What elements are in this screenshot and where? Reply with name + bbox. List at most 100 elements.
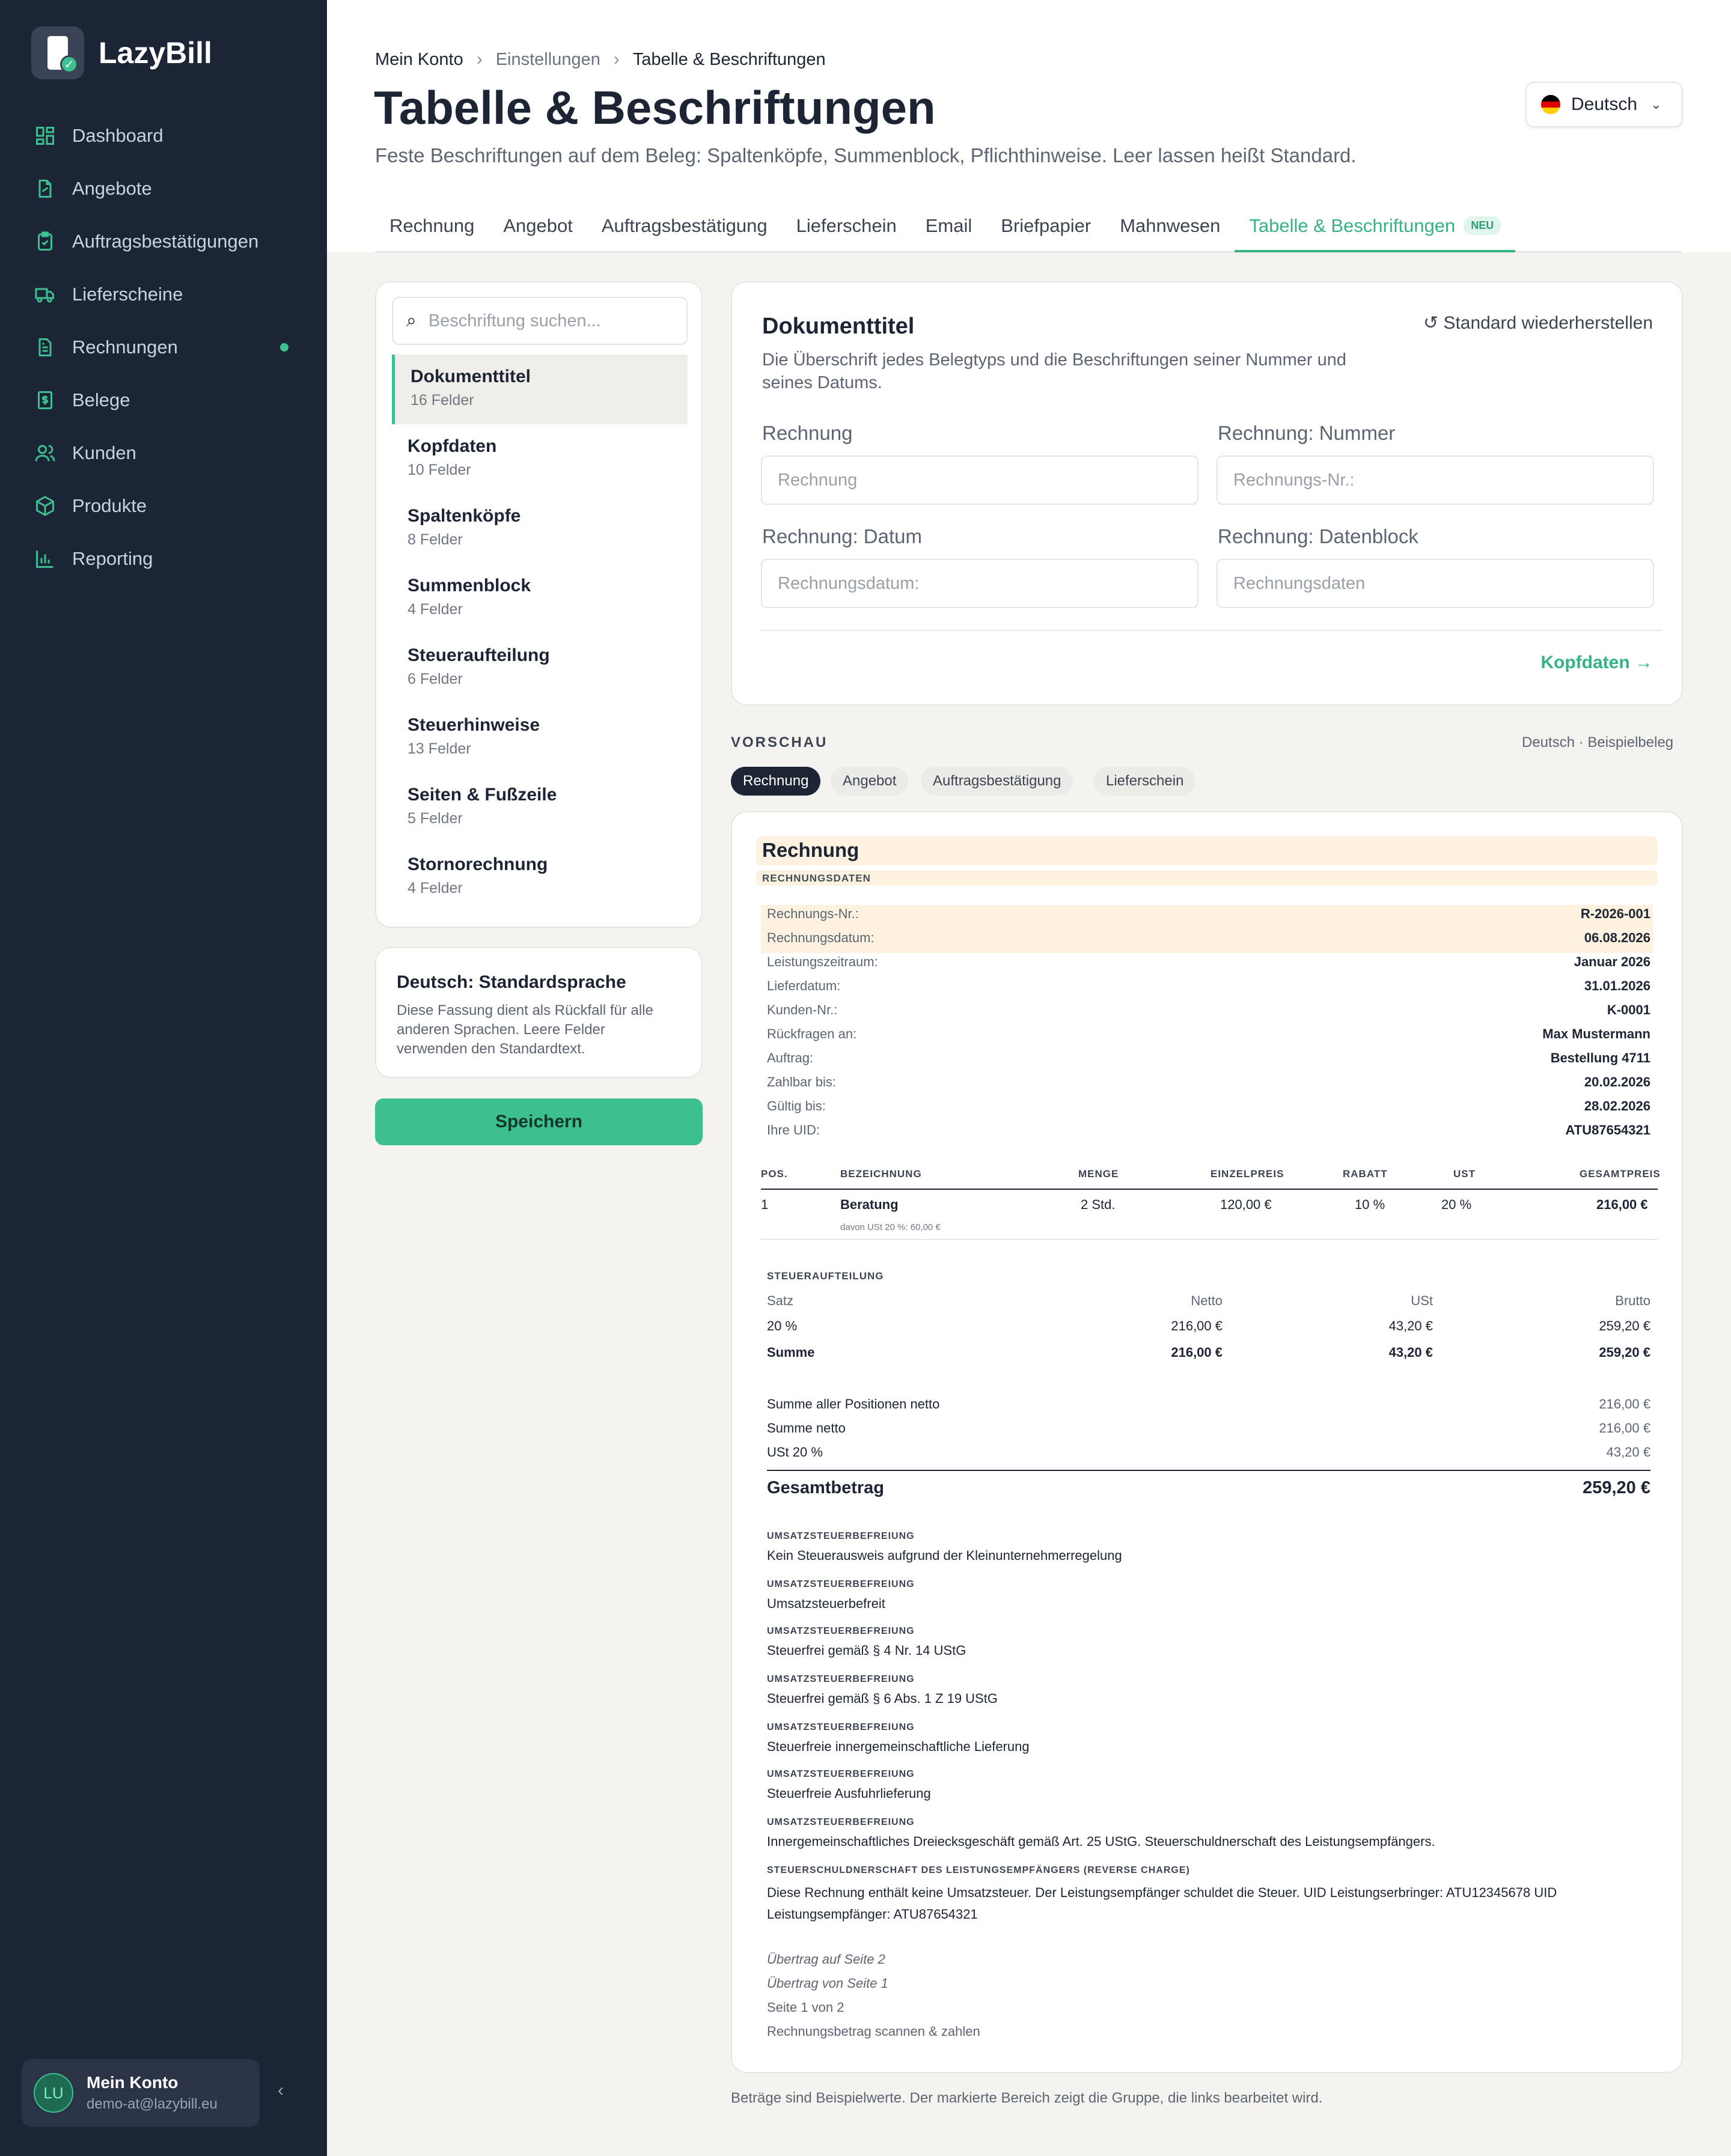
- group-item-dokumenttitel[interactable]: Dokumenttitel 16 Felder: [392, 355, 688, 424]
- sidebar-item-label: Produkte: [72, 495, 147, 516]
- tab-auftragsbestaetigung[interactable]: Auftragsbestätigung: [587, 212, 782, 252]
- tab-tabelle-beschriftungen[interactable]: Tabelle & Beschriftungen NEU: [1235, 212, 1516, 252]
- table-header: UST: [1453, 1168, 1476, 1180]
- sidebar-item-belege[interactable]: Belege: [34, 374, 298, 427]
- language-select[interactable]: Deutsch ⌄: [1525, 82, 1683, 127]
- note-text: Steuerfrei gemäß § 6 Abs. 1 Z 19 UStG: [767, 1691, 998, 1706]
- sidebar-nav: Dashboard Angebote Auftragsbestätigungen…: [34, 109, 298, 585]
- tax-cell: 216,00 €: [1171, 1318, 1223, 1333]
- tab-angebot[interactable]: Angebot: [489, 212, 587, 252]
- chevron-right-icon: ›: [613, 49, 620, 69]
- new-badge: NEU: [1464, 216, 1501, 235]
- next-group-link[interactable]: Kopfdaten →: [1540, 653, 1653, 673]
- sidebar-item-dashboard[interactable]: Dashboard: [34, 109, 298, 162]
- tab-email[interactable]: Email: [911, 212, 987, 252]
- number-label-input[interactable]: Rechnungs-Nr.:: [1217, 455, 1654, 505]
- group-title: Spaltenköpfe: [408, 506, 521, 526]
- table-cell: 2 Std.: [1081, 1197, 1116, 1212]
- group-count: 8 Felder: [408, 531, 463, 548]
- editor-card: Dokumenttitel Die Überschrift jedes Bele…: [731, 281, 1683, 705]
- doc-field-row: Gültig bis: 28.02.2026: [767, 1098, 1650, 1113]
- sidebar-item-label: Kunden: [72, 442, 136, 463]
- tax-cell: 43,20 €: [1388, 1318, 1433, 1333]
- preview-chip-lieferschein[interactable]: Lieferschein: [1094, 767, 1196, 796]
- sidebar-item-label: Belege: [72, 389, 130, 410]
- highlight-title: [756, 836, 1658, 865]
- breadcrumb-item[interactable]: Einstellungen: [496, 50, 600, 70]
- sidebar-item-reporting[interactable]: Reporting: [34, 532, 298, 585]
- table-cell: 10 %: [1355, 1197, 1385, 1212]
- clipboard-check-icon: [34, 230, 56, 253]
- search-input[interactable]: ⌕ Beschriftung suchen...: [392, 297, 688, 345]
- tab-label: Tabelle & Beschriftungen: [1249, 215, 1456, 236]
- chevron-right-icon: ›: [476, 49, 483, 69]
- table-cell: 216,00 €: [1596, 1197, 1648, 1212]
- group-item-kopfdaten[interactable]: Kopfdaten 10 Felder: [392, 424, 688, 494]
- breadcrumb-item[interactable]: Mein Konto: [375, 50, 463, 70]
- language-label: Deutsch: [1571, 94, 1638, 114]
- invoice-icon: [34, 336, 56, 359]
- tax-header: Satz: [767, 1293, 794, 1308]
- group-count: 10 Felder: [408, 461, 471, 478]
- account-menu[interactable]: LU Mein Konto demo-at@lazybill.eu: [22, 2059, 260, 2127]
- tab-rechnung[interactable]: Rechnung: [375, 212, 489, 252]
- group-count: 16 Felder: [411, 392, 474, 409]
- table-header: EINZELPREIS: [1210, 1168, 1284, 1180]
- group-item-spaltenkoepfe[interactable]: Spaltenköpfe 8 Felder: [392, 494, 688, 564]
- group-title: Steuerhinweise: [408, 715, 540, 735]
- editor-title: Dokumenttitel: [762, 314, 915, 339]
- sidebar-item-auftragsbestaetigungen[interactable]: Auftragsbestätigungen: [34, 215, 298, 268]
- preview-chip-auftragsbestaetigung[interactable]: Auftragsbestätigung: [921, 767, 1073, 796]
- note-title: UMSATZSTEUERBEFREIUNG: [767, 1769, 915, 1779]
- note-text: Kein Steuerausweis aufgrund der Kleinunt…: [767, 1548, 1122, 1563]
- highlight-subtitle: [756, 870, 1658, 886]
- group-item-steuerhinweise[interactable]: Steuerhinweise 13 Felder: [392, 703, 688, 773]
- date-label-input[interactable]: Rechnungsdatum:: [761, 559, 1198, 608]
- sidebar-item-lieferscheine[interactable]: Lieferscheine: [34, 268, 298, 321]
- note-title: UMSATZSTEUERBEFREIUNG: [767, 1674, 915, 1684]
- sidebar-item-rechnungen[interactable]: Rechnungen: [34, 321, 298, 374]
- group-title: Dokumenttitel: [411, 367, 531, 386]
- note-title: STEUERSCHULDNERSCHAFT DES LEISTUNGSEMPFÄ…: [767, 1865, 1190, 1875]
- account-email: demo-at@lazybill.eu: [87, 2096, 218, 2112]
- app-logo[interactable]: ✓ LazyBill: [31, 26, 212, 79]
- doc-field-row: Auftrag: Bestellung 4711: [767, 1050, 1650, 1065]
- tab-briefpapier[interactable]: Briefpapier: [986, 212, 1105, 252]
- preview-chip-angebot[interactable]: Angebot: [831, 767, 909, 796]
- group-item-summenblock[interactable]: Summenblock 4 Felder: [392, 564, 688, 633]
- group-title: Stornorechnung: [408, 854, 548, 874]
- box-icon: [34, 495, 56, 517]
- sidebar: ✓ LazyBill Dashboard Angebote Auftragsbe…: [0, 0, 327, 2156]
- group-item-stornorechnung[interactable]: Stornorechnung 4 Felder: [392, 842, 688, 912]
- table-header: MENGE: [1078, 1168, 1119, 1180]
- sidebar-item-label: Dashboard: [72, 125, 163, 146]
- doc-field-row: Rechnungs-Nr.: R-2026-001: [767, 906, 1650, 921]
- sidebar-item-label: Angebote: [72, 178, 152, 199]
- page-carry-over: Übertrag auf Seite 2: [767, 1952, 885, 1967]
- sidebar-item-label: Rechnungen: [72, 336, 178, 358]
- page-carry-in: Übertrag von Seite 1: [767, 1976, 888, 1991]
- collapse-sidebar-icon[interactable]: ‹: [278, 2080, 284, 2101]
- note-title: UMSATZSTEUERBEFREIUNG: [767, 1722, 915, 1732]
- tax-header: USt: [1411, 1293, 1433, 1308]
- restore-label: Standard wiederherstellen: [1443, 313, 1653, 333]
- restore-default-button[interactable]: ↺ Standard wiederherstellen: [1423, 312, 1653, 333]
- tab-mahnwesen[interactable]: Mahnwesen: [1105, 212, 1235, 252]
- sidebar-item-kunden[interactable]: Kunden: [34, 427, 298, 480]
- preview-chip-rechnung[interactable]: Rechnung: [731, 767, 821, 796]
- save-button[interactable]: Speichern: [375, 1098, 703, 1145]
- tax-section-title: STEUERAUFTEILUNG: [767, 1270, 884, 1282]
- note-text: Diese Rechnung enthält keine Umsatzsteue…: [767, 1885, 1557, 1922]
- chevron-down-icon: ⌄: [1650, 97, 1662, 112]
- group-item-seiten-fusszeile[interactable]: Seiten & Fußzeile 5 Felder: [392, 773, 688, 842]
- language-info-card: Deutsch: Standardsprache Diese Fassung d…: [375, 947, 703, 1078]
- sidebar-item-angebote[interactable]: Angebote: [34, 162, 298, 215]
- receipt-icon: [34, 389, 56, 412]
- sidebar-item-produkte[interactable]: Produkte: [34, 480, 298, 532]
- group-item-steueraufteilung[interactable]: Steueraufteilung 6 Felder: [392, 633, 688, 703]
- table-header: RABATT: [1343, 1168, 1388, 1180]
- datablock-label-input[interactable]: Rechnungsdaten: [1217, 559, 1654, 608]
- tab-lieferschein[interactable]: Lieferschein: [782, 212, 911, 252]
- title-input[interactable]: Rechnung: [761, 455, 1198, 505]
- truck-icon: [34, 283, 56, 306]
